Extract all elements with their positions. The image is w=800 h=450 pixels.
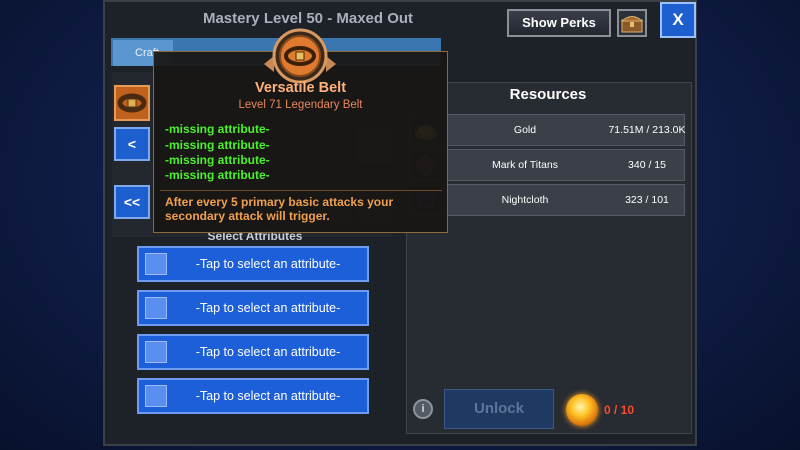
resource-row-mark-of-titans: Mark of Titans 340 / 15 xyxy=(409,149,685,181)
item-slot[interactable] xyxy=(114,85,150,121)
attribute-select-button[interactable]: -Tap to select an attribute- xyxy=(137,246,369,282)
belt-icon xyxy=(117,93,147,113)
attribute-select-label: -Tap to select an attribute- xyxy=(195,257,341,271)
unlock-button[interactable]: Unlock xyxy=(444,389,554,429)
resource-name: Mark of Titans xyxy=(492,159,558,171)
resource-name: Nightcloth xyxy=(501,194,549,206)
tooltip-subtitle: Level 71 Legendary Belt xyxy=(238,99,363,111)
tooltip-attribute: -missing attribute- xyxy=(165,153,270,167)
first-button[interactable]: << xyxy=(114,185,150,219)
tooltip-attribute: -missing attribute- xyxy=(165,138,270,152)
attribute-select-label: -Tap to select an attribute- xyxy=(195,301,341,315)
sun-orb-icon xyxy=(566,394,598,426)
tooltip-attribute: -missing attribute- xyxy=(165,168,270,182)
close-button[interactable]: X xyxy=(660,2,696,38)
attribute-select-button[interactable]: -Tap to select an attribute- xyxy=(137,378,369,414)
orb-count: 0 / 10 xyxy=(604,403,635,417)
attribute-checkbox xyxy=(145,341,167,363)
attribute-select-button[interactable]: -Tap to select an attribute- xyxy=(137,334,369,370)
attribute-checkbox xyxy=(145,253,167,275)
tooltip-divider xyxy=(160,190,442,191)
tooltip-title: Versatile Belt xyxy=(254,80,347,96)
attribute-select-label: -Tap to select an attribute- xyxy=(195,345,341,359)
legendary-belt-medallion-icon xyxy=(264,28,336,84)
attribute-select-label: -Tap to select an attribute- xyxy=(195,389,341,403)
previous-button[interactable]: < xyxy=(114,127,150,161)
attribute-checkbox xyxy=(145,297,167,319)
show-perks-button[interactable]: Show Perks xyxy=(507,9,611,37)
attribute-select-button[interactable]: -Tap to select an attribute- xyxy=(137,290,369,326)
resource-value: 340 / 15 xyxy=(628,159,666,171)
chest-button[interactable] xyxy=(617,9,647,37)
resources-title: Resources xyxy=(509,86,587,103)
resource-row-nightcloth: Nightcloth 323 / 101 xyxy=(409,184,685,216)
resource-row-gold: Gold 71.51M / 213.0K xyxy=(409,114,686,146)
tooltip-description: After every 5 primary basic attacks your… xyxy=(165,195,394,223)
tooltip-attribute: -missing attribute- xyxy=(165,122,270,136)
resource-value: 323 / 101 xyxy=(625,194,669,206)
info-icon[interactable]: i xyxy=(413,399,433,419)
resource-value: 71.51M / 213.0K xyxy=(608,124,686,136)
resource-name: Gold xyxy=(513,124,537,136)
attribute-checkbox xyxy=(145,385,167,407)
treasure-chest-icon xyxy=(620,16,644,33)
